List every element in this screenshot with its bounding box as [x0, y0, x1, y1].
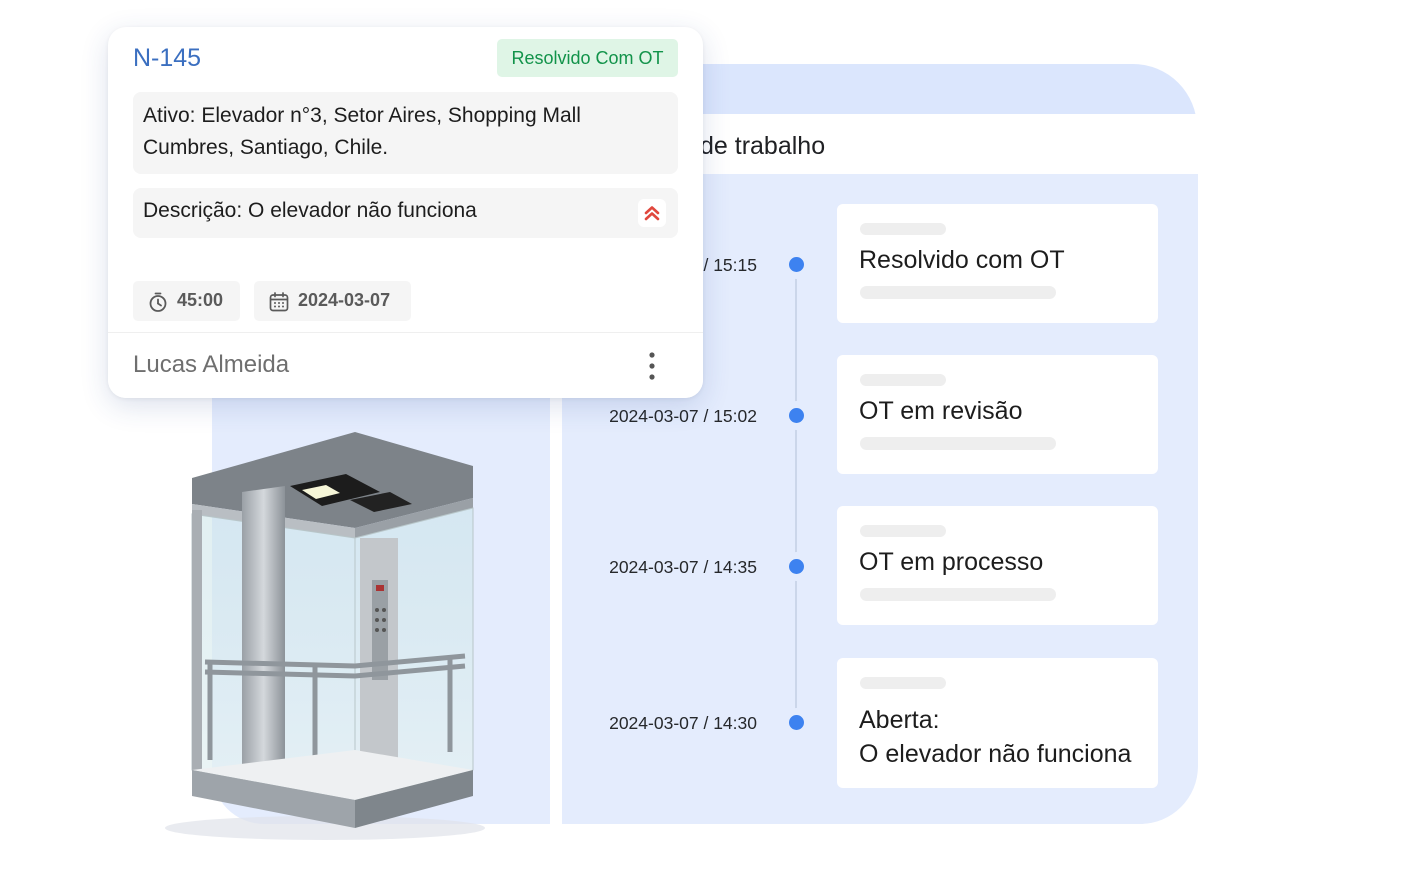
placeholder-bar — [860, 374, 946, 386]
timeline-dot — [789, 715, 804, 730]
elevator-illustration — [165, 432, 485, 840]
timeline-status-line2: O elevador não funciona — [859, 740, 1132, 768]
timeline-line — [795, 264, 797, 724]
timeline-status-label: Aberta: O elevador não funciona — [859, 703, 1131, 771]
timeline-status-label: Resolvido com OT — [859, 246, 1065, 274]
date-text: 2024-03-07 — [298, 290, 391, 310]
description-text: Descrição: O elevador não funciona — [143, 199, 477, 222]
asset-info: Ativo: Elevador n°3, Setor Aires, Shoppi… — [133, 92, 678, 174]
timeline-card-opened[interactable]: Aberta: O elevador não funciona — [837, 658, 1158, 788]
date-chip: 2024-03-07 — [254, 281, 411, 321]
ticket-card[interactable]: N-145 Resolvido Com OT Ativo: Elevador n… — [108, 27, 703, 398]
description-info: Descrição: O elevador não funciona — [133, 188, 678, 238]
ticket-id[interactable]: N-145 — [133, 44, 201, 73]
placeholder-bar — [860, 588, 1056, 601]
timeline-dot — [789, 257, 804, 272]
timeline-time: 2024-03-07 / 15:02 — [609, 406, 757, 426]
assignee-name: Lucas Almeida — [133, 351, 290, 378]
timeline-status-line1: Aberta: — [859, 706, 940, 734]
timeline-time: 2024-03-07 / 14:30 — [609, 713, 757, 733]
double-chevron-up-icon — [638, 199, 666, 227]
more-vertical-icon[interactable] — [644, 351, 660, 381]
placeholder-bar — [860, 223, 946, 235]
timeline-status-label: OT em processo — [859, 548, 1044, 576]
stopwatch-icon — [149, 292, 167, 312]
timeline-dot — [789, 559, 804, 574]
placeholder-bar — [860, 286, 1056, 299]
duration-text: 45:00 — [177, 290, 224, 310]
status-badge: Resolvido Com OT — [497, 39, 678, 77]
placeholder-bar — [860, 437, 1056, 450]
asset-text: Ativo: Elevador n°3, Setor Aires, Shoppi… — [143, 104, 581, 159]
placeholder-bar — [860, 525, 946, 537]
duration-chip: 45:00 — [133, 281, 240, 321]
timeline-status-label: OT em revisão — [859, 397, 1023, 425]
panel-title: de trabalho — [700, 132, 826, 160]
calendar-icon — [269, 292, 289, 312]
timeline-card-processing[interactable]: OT em processo — [837, 506, 1158, 625]
timeline-time: 2024-03-07 / 14:35 — [609, 557, 757, 577]
placeholder-bar — [860, 677, 946, 689]
timeline-card-review[interactable]: OT em revisão — [837, 355, 1158, 474]
timeline-card-resolved[interactable]: Resolvido com OT — [837, 204, 1158, 323]
ticket-footer: Lucas Almeida — [108, 332, 703, 398]
timeline-dot — [789, 408, 804, 423]
